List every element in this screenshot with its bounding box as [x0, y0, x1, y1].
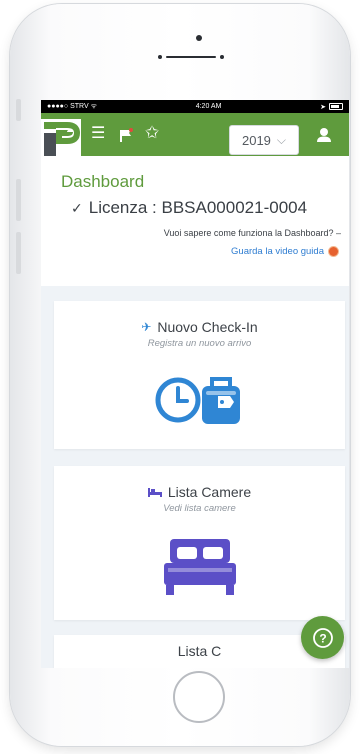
third-card-title: Lista C — [54, 643, 345, 659]
checkin-card-title: ✈ Nuovo Check-In — [54, 319, 345, 335]
year-select[interactable]: 2019 ⌵ — [229, 125, 299, 155]
battery-icon — [329, 103, 343, 110]
location-icon: ➤ — [320, 103, 326, 111]
rooms-title-label: Lista Camere — [167, 484, 252, 500]
checkin-title-label: Nuovo Check-In — [157, 319, 258, 335]
rooms-subtitle: Vedi lista camere — [163, 503, 236, 514]
earpiece-speaker — [158, 55, 224, 59]
status-indicators: ➤ — [320, 103, 343, 111]
plane-icon: ✈ — [141, 320, 152, 334]
chevron-down-icon: ⌵ — [276, 132, 287, 147]
home-button[interactable] — [173, 671, 225, 723]
clock-luggage-icon — [155, 377, 240, 424]
license-line: ✓ Licenza : BBSA000021-0004 — [71, 198, 307, 218]
video-guide-link[interactable]: Guarda la video guida — [231, 246, 339, 257]
flag-icon[interactable] — [119, 128, 133, 147]
status-time: 4:20 AM — [195, 103, 222, 110]
menu-icon[interactable]: ☰ — [91, 126, 105, 142]
front-camera — [196, 35, 202, 41]
svg-text:?: ? — [319, 631, 326, 645]
rooms-card[interactable]: Lista Camere Vedi lista camere — [54, 466, 345, 620]
play-icon — [328, 246, 339, 257]
phone-frame: ●●●●○ STRV ᯤ 4:20 AM ➤ ☰ ✩ 2019 ⌵ Dashbo… — [10, 4, 350, 746]
carrier-label: ●●●●○ STRV ᯤ — [47, 103, 97, 110]
volume-up-button — [16, 179, 21, 221]
status-bar: ●●●●○ STRV ᯤ 4:20 AM ➤ — [41, 100, 349, 113]
app-screen: ●●●●○ STRV ᯤ 4:20 AM ➤ ☰ ✩ 2019 ⌵ Dashbo… — [41, 100, 349, 668]
check-icon: ✓ — [71, 199, 83, 216]
checkin-card[interactable]: ✈ Nuovo Check-In Registra un nuovo arriv… — [54, 301, 345, 449]
video-guide-label: Guarda la video guida — [231, 246, 324, 257]
user-icon[interactable] — [316, 127, 332, 148]
mute-switch — [16, 99, 21, 121]
bed-small-icon — [147, 484, 162, 500]
volume-down-button — [16, 232, 21, 274]
app-header: ☰ ✩ 2019 ⌵ — [41, 113, 349, 157]
page-title: Dashboard — [61, 172, 145, 191]
help-question-text: Vuoi sapere come funziona la Dashboard? … — [163, 228, 341, 238]
third-title-label: Lista C — [177, 643, 222, 659]
question-icon: ? — [312, 627, 333, 648]
app-logo[interactable] — [41, 119, 81, 157]
help-button[interactable]: ? — [301, 616, 344, 659]
checkin-subtitle: Registra un nuovo arrivo — [147, 338, 252, 349]
dashboard-info-panel: Dashboard ✓ Licenza : BBSA000021-0004 Vu… — [41, 156, 349, 286]
license-label: Licenza : BBSA000021-0004 — [88, 198, 308, 217]
bed-icon — [164, 539, 236, 595]
year-value: 2019 — [241, 132, 271, 148]
star-icon[interactable]: ✩ — [145, 124, 159, 141]
rooms-card-title: Lista Camere — [54, 484, 345, 500]
